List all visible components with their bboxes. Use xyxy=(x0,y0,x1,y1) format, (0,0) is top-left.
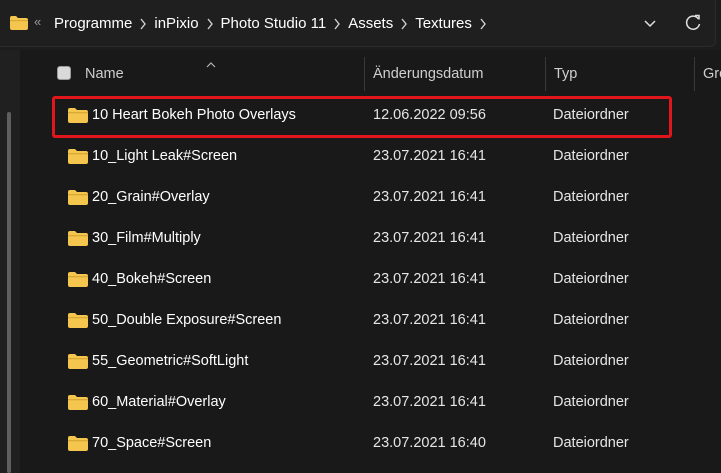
breadcrumb-programme[interactable]: Programme xyxy=(54,15,132,32)
modified-date: 23.07.2021 16:40 xyxy=(373,435,486,451)
breadcrumb-photo-studio[interactable]: Photo Studio 11 xyxy=(221,15,327,32)
column-divider[interactable] xyxy=(545,57,546,91)
breadcrumb-assets[interactable]: Assets xyxy=(348,15,393,32)
folder-icon xyxy=(68,231,88,250)
folder-icon xyxy=(68,108,88,127)
column-header-row xyxy=(20,50,721,98)
folder-icon xyxy=(68,190,88,209)
folder-icon xyxy=(68,354,88,373)
column-divider[interactable] xyxy=(364,57,365,91)
file-type: Dateiordner xyxy=(553,148,629,164)
modified-date: 23.07.2021 16:41 xyxy=(373,230,486,246)
select-all-checkbox[interactable] xyxy=(57,66,71,80)
modified-date: 23.07.2021 16:41 xyxy=(373,312,486,328)
chevron-right-icon[interactable] xyxy=(132,16,154,32)
file-name: 70_Space#Screen xyxy=(92,435,212,451)
breadcrumb: Programme inPixio Photo Studio 11 Assets… xyxy=(54,15,494,32)
file-type: Dateiordner xyxy=(553,271,629,287)
modified-date: 23.07.2021 16:41 xyxy=(373,148,486,164)
file-type: Dateiordner xyxy=(553,394,629,410)
chevron-right-icon[interactable] xyxy=(199,16,221,32)
breadcrumb-inpixio[interactable]: inPixio xyxy=(154,15,198,32)
column-divider[interactable] xyxy=(694,57,695,91)
modified-date: 23.07.2021 16:41 xyxy=(373,353,486,369)
address-bar-area: « Programme inPixio Photo Studio 11 Asse… xyxy=(0,0,721,50)
navigation-scrollbar[interactable] xyxy=(7,112,11,473)
overflow-chevron-icon[interactable]: « xyxy=(34,14,41,29)
file-row[interactable]: 10 Heart Bokeh Photo Overlays 12.06.2022 … xyxy=(52,96,672,138)
column-header-modified[interactable]: Änderungsdatum xyxy=(373,66,483,82)
modified-date: 23.07.2021 16:41 xyxy=(373,394,486,410)
folder-icon xyxy=(10,16,28,34)
folder-icon xyxy=(68,436,88,455)
folder-icon xyxy=(68,272,88,291)
file-row[interactable]: 50_Double Exposure#Screen 23.07.2021 16:4… xyxy=(54,303,666,339)
folder-icon xyxy=(68,395,88,414)
file-type: Dateiordner xyxy=(553,435,629,451)
chevron-right-icon[interactable] xyxy=(326,16,348,32)
file-row[interactable]: 60_Material#Overlay 23.07.2021 16:41 Datei… xyxy=(54,385,666,421)
file-row[interactable]: 55_Geometric#SoftLight 23.07.2021 16:41 Da… xyxy=(54,344,666,380)
modified-date: 23.07.2021 16:41 xyxy=(373,189,486,205)
file-name: 10 Heart Bokeh Photo Overlays xyxy=(92,107,296,123)
folder-icon xyxy=(68,149,88,168)
file-row[interactable]: 30_Film#Multiply 23.07.2021 16:41 Dateiord… xyxy=(54,221,666,257)
sort-up-icon xyxy=(205,57,217,73)
column-header-name[interactable]: Name xyxy=(85,66,124,82)
breadcrumb-textures[interactable]: Textures xyxy=(415,15,472,32)
file-name: 50_Double Exposure#Screen xyxy=(92,312,282,328)
file-row[interactable]: 20_Grain#Overlay 23.07.2021 16:41 Dateiord… xyxy=(54,180,666,216)
file-type: Dateiordner xyxy=(553,312,629,328)
modified-date: 23.07.2021 16:41 xyxy=(373,271,486,287)
file-row[interactable]: 10_Light Leak#Screen 23.07.2021 16:41 Date… xyxy=(54,139,666,175)
file-row[interactable]: 70_Space#Screen 23.07.2021 16:40 Dateiordn… xyxy=(54,426,666,462)
file-name: 55_Geometric#SoftLight xyxy=(92,353,249,369)
file-name: 10_Light Leak#Screen xyxy=(92,148,238,164)
column-header-size[interactable]: Grö xyxy=(703,66,721,82)
file-type: Dateiordner xyxy=(553,107,629,123)
file-name: 40_Bokeh#Screen xyxy=(92,271,212,287)
file-type: Dateiordner xyxy=(553,189,629,205)
file-type: Dateiordner xyxy=(553,353,629,369)
column-header-type[interactable]: Typ xyxy=(554,66,577,82)
file-name: 60_Material#Overlay xyxy=(92,394,226,410)
chevron-right-icon[interactable] xyxy=(472,16,494,32)
refresh-icon[interactable] xyxy=(683,13,703,37)
file-name: 30_Film#Multiply xyxy=(92,230,201,246)
chevron-down-icon[interactable] xyxy=(642,16,658,36)
folder-icon xyxy=(68,313,88,332)
modified-date: 12.06.2022 09:56 xyxy=(373,107,486,123)
file-name: 20_Grain#Overlay xyxy=(92,189,210,205)
chevron-right-icon[interactable] xyxy=(393,16,415,32)
address-bar[interactable]: « Programme inPixio Photo Studio 11 Asse… xyxy=(0,0,716,47)
file-type: Dateiordner xyxy=(553,230,629,246)
file-row[interactable]: 40_Bokeh#Screen 23.07.2021 16:41 Dateiordn… xyxy=(54,262,666,298)
